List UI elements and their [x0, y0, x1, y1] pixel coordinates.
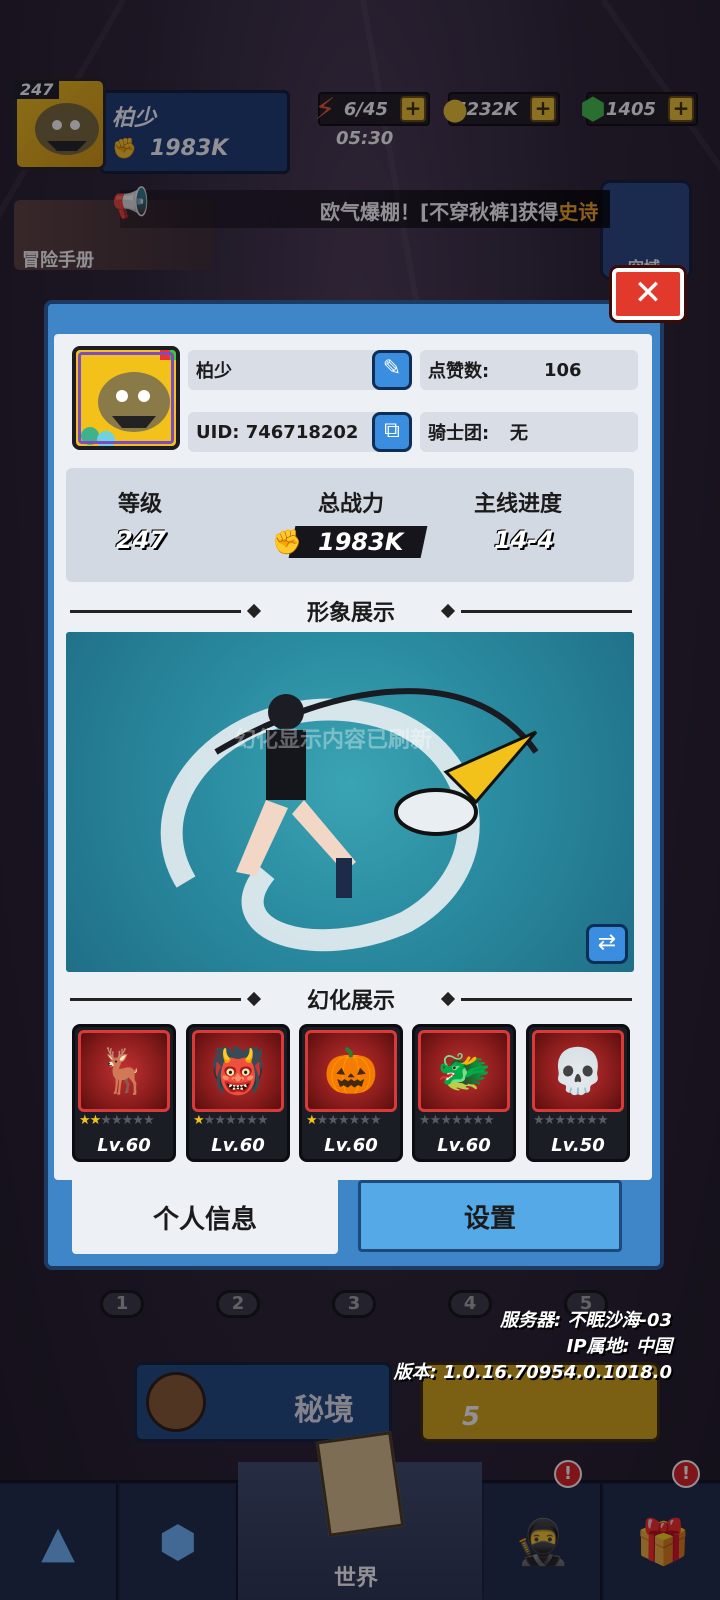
star-rating: ★★★★★★★: [533, 1113, 625, 1129]
profile-avatar[interactable]: [72, 346, 180, 450]
character-illustration: [160, 688, 539, 952]
transform-level: Lv.60: [211, 1135, 265, 1156]
transform-card[interactable]: 👹 ★★★★★★★ Lv.60: [186, 1024, 290, 1162]
section-title-transform: 幻化展示: [307, 989, 396, 1014]
star-rating: ★★★★★★★: [306, 1113, 398, 1129]
transform-level: Lv.60: [97, 1135, 151, 1156]
transform-card[interactable]: 🦌 ★★★★★★★ Lv.60: [72, 1024, 176, 1162]
star-icon: ★: [429, 1113, 442, 1128]
copy-uid-button[interactable]: ⧉: [372, 412, 412, 452]
level-label: 等级: [118, 492, 163, 517]
star-icon: ★: [79, 1113, 91, 1128]
copy-icon: ⧉: [384, 418, 400, 443]
star-icon: ★: [100, 1113, 112, 1128]
guild-value: 无: [510, 423, 528, 444]
switch-appearance-button[interactable]: ⇄: [586, 924, 628, 964]
tab-settings[interactable]: 设置: [358, 1180, 622, 1252]
star-icon: ★: [461, 1113, 474, 1128]
star-icon: ★: [193, 1113, 205, 1128]
star-icon: ★: [586, 1113, 598, 1128]
close-button[interactable]: ✕: [612, 268, 684, 320]
character-showcase: [66, 632, 634, 972]
star-icon: ★: [121, 1113, 134, 1128]
star-icon: ★: [316, 1113, 329, 1128]
star-icon: ★: [533, 1113, 545, 1128]
star-icon: ★: [359, 1113, 371, 1128]
likes-value: 106: [544, 359, 582, 381]
guild-field: 骑士团: 无: [420, 412, 638, 452]
star-icon: ★: [256, 1113, 269, 1128]
star-icon: ★: [306, 1113, 318, 1128]
star-icon: ★: [564, 1113, 577, 1128]
transform-level: Lv.60: [437, 1135, 491, 1156]
star-icon: ★: [369, 1113, 382, 1128]
transform-level: Lv.60: [324, 1135, 378, 1156]
section-divider-transform: 幻化展示: [70, 986, 633, 1014]
profile-name: 柏少: [196, 361, 232, 382]
star-icon: ★: [554, 1113, 566, 1128]
edit-name-button[interactable]: ✎: [372, 350, 412, 390]
horned-demon-icon: 👹: [192, 1030, 284, 1112]
transform-card[interactable]: 💀 ★★★★★★★ Lv.50: [526, 1024, 630, 1162]
star-icon: ★: [132, 1113, 144, 1128]
star-icon: ★: [337, 1113, 350, 1128]
power-value: 1983K: [318, 528, 404, 556]
level-value: 247: [116, 526, 167, 554]
star-icon: ★: [235, 1113, 248, 1128]
server-name: 服务器: 不眠沙海-03: [500, 1310, 672, 1331]
star-icon: ★: [203, 1113, 216, 1128]
star-icon: ★: [472, 1113, 484, 1128]
star-icon: ★: [246, 1113, 258, 1128]
star-icon: ★: [440, 1113, 452, 1128]
uid-text: UID: 746718202: [196, 421, 359, 443]
transform-card[interactable]: 🐲 ★★★★★★★ Lv.60: [412, 1024, 516, 1162]
pencil-icon: ✎: [382, 356, 402, 381]
star-rating: ★★★★★★★: [79, 1113, 171, 1129]
pumpkin-monster-icon: 🎃: [305, 1030, 397, 1112]
star-icon: ★: [89, 1113, 102, 1128]
star-icon: ★: [142, 1113, 155, 1128]
section-divider-image: 形象展示: [70, 598, 633, 626]
star-icon: ★: [575, 1113, 588, 1128]
green-beast-icon: 🐲: [418, 1030, 510, 1112]
star-icon: ★: [110, 1113, 123, 1128]
star-icon: ★: [450, 1113, 463, 1128]
guild-label: 骑士团:: [428, 423, 490, 444]
version-info: 版本: 1.0.16.70954.0.1018.0: [393, 1362, 672, 1383]
star-icon: ★: [596, 1113, 609, 1128]
progress-value: 14-4: [494, 526, 555, 554]
tab-profile[interactable]: 个人信息: [72, 1180, 338, 1254]
server-info: 服务器: 不眠沙海-03 IP属地: 中国 版本: 1.0.16.70954.0…: [394, 1308, 672, 1386]
section-title-image: 形象展示: [307, 601, 396, 626]
progress-label: 主线进度: [474, 492, 563, 517]
power-label: 总战力: [318, 492, 385, 517]
ip-location: IP属地: 中国: [566, 1336, 672, 1357]
refresh-watermark: 幻化显示内容已刷新: [234, 728, 433, 753]
star-icon: ★: [482, 1113, 495, 1128]
star-icon: ★: [543, 1113, 556, 1128]
likes-field: 点赞数: 106: [420, 350, 638, 390]
star-icon: ★: [224, 1113, 237, 1128]
star-rating: ★★★★★★★: [193, 1113, 285, 1129]
star-icon: ★: [419, 1113, 431, 1128]
likes-label: 点赞数:: [428, 361, 490, 382]
avatar-frame: [78, 352, 174, 444]
star-rating: ★★★★★★★: [419, 1113, 511, 1129]
fist-icon: ✊: [272, 528, 302, 556]
transform-card[interactable]: 🎃 ★★★★★★★ Lv.60: [299, 1024, 403, 1162]
star-icon: ★: [327, 1113, 339, 1128]
swap-arrows-icon: ⇄: [597, 930, 617, 955]
transform-level: Lv.50: [551, 1135, 605, 1156]
star-icon: ★: [348, 1113, 361, 1128]
skull-beast-icon: 💀: [532, 1030, 624, 1112]
deer-spirit-icon: 🦌: [78, 1030, 170, 1112]
star-icon: ★: [214, 1113, 226, 1128]
